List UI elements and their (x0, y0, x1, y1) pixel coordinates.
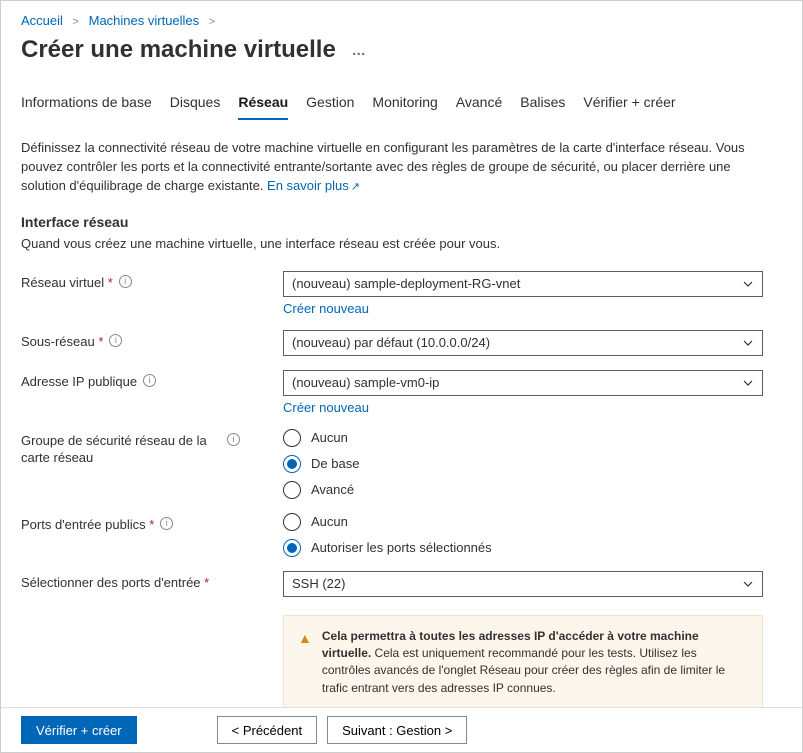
nsg-label: Groupe de sécurité réseau de la carte ré… (21, 429, 283, 467)
breadcrumb-vms[interactable]: Machines virtuelles (89, 13, 200, 28)
more-icon[interactable]: … (352, 42, 367, 58)
breadcrumb-home[interactable]: Accueil (21, 13, 63, 28)
next-button[interactable]: Suivant : Gestion > (327, 716, 467, 744)
public-ip-create-new-link[interactable]: Créer nouveau (283, 400, 369, 415)
inbound-ports-label: Ports d'entrée publics * i (21, 513, 283, 534)
tab-description: Définissez la connectivité réseau de vot… (21, 139, 761, 196)
nsg-radio-basic[interactable]: De base (283, 455, 763, 473)
page-title: Créer une machine virtuelle … (21, 36, 782, 64)
tab-disks[interactable]: Disques (170, 88, 221, 120)
select-ports-label: Sélectionner des ports d'entrée * (21, 571, 283, 592)
public-ip-label: Adresse IP publique i (21, 370, 283, 391)
wizard-footer: Vérifier + créer < Précédent Suivant : G… (1, 707, 802, 752)
learn-more-link[interactable]: En savoir plus↗ (267, 178, 360, 193)
tab-network[interactable]: Réseau (238, 88, 288, 120)
tabs: Informations de base Disques Réseau Gest… (21, 88, 782, 121)
tab-advanced[interactable]: Avancé (456, 88, 502, 120)
select-ports-select[interactable]: SSH (22) (283, 571, 763, 597)
external-link-icon: ↗ (351, 181, 360, 193)
tab-basics[interactable]: Informations de base (21, 88, 152, 120)
chevron-down-icon (742, 578, 754, 590)
info-icon[interactable]: i (143, 374, 156, 387)
subnet-label: Sous-réseau * i (21, 330, 283, 351)
subnet-select[interactable]: (nouveau) par défaut (10.0.0.0/24) (283, 330, 763, 356)
chevron-right-icon: > (73, 16, 79, 28)
public-ip-select[interactable]: (nouveau) sample-vm0-ip (283, 370, 763, 396)
breadcrumb: Accueil > Machines virtuelles > (21, 9, 782, 30)
chevron-down-icon (742, 337, 754, 349)
inbound-ports-radio-none[interactable]: Aucun (283, 513, 763, 531)
vnet-create-new-link[interactable]: Créer nouveau (283, 301, 369, 316)
section-subtext: Quand vous créez une machine virtuelle, … (21, 236, 782, 251)
nsg-radio-none[interactable]: Aucun (283, 429, 763, 447)
chevron-down-icon (742, 278, 754, 290)
info-icon[interactable]: i (227, 433, 240, 446)
previous-button[interactable]: < Précédent (217, 716, 317, 744)
tab-review[interactable]: Vérifier + créer (583, 88, 675, 120)
section-heading: Interface réseau (21, 214, 782, 230)
info-icon[interactable]: i (119, 275, 132, 288)
info-icon[interactable]: i (160, 517, 173, 530)
warning-icon: ▲ (298, 628, 312, 698)
info-icon[interactable]: i (109, 334, 122, 347)
tab-management[interactable]: Gestion (306, 88, 354, 120)
ports-warning: ▲ Cela permettra à toutes les adresses I… (283, 615, 763, 711)
inbound-ports-radio-allow[interactable]: Autoriser les ports sélectionnés (283, 539, 763, 557)
chevron-down-icon (742, 377, 754, 389)
tab-monitoring[interactable]: Monitoring (372, 88, 437, 120)
inbound-ports-radio-group: Aucun Autoriser les ports sélectionnés (283, 513, 763, 557)
vnet-select[interactable]: (nouveau) sample-deployment-RG-vnet (283, 271, 763, 297)
vnet-label: Réseau virtuel * i (21, 271, 283, 292)
tab-tags[interactable]: Balises (520, 88, 565, 120)
review-create-button[interactable]: Vérifier + créer (21, 716, 137, 744)
nsg-radio-group: Aucun De base Avancé (283, 429, 763, 499)
nsg-radio-advanced[interactable]: Avancé (283, 481, 763, 499)
chevron-right-icon: > (209, 16, 215, 28)
